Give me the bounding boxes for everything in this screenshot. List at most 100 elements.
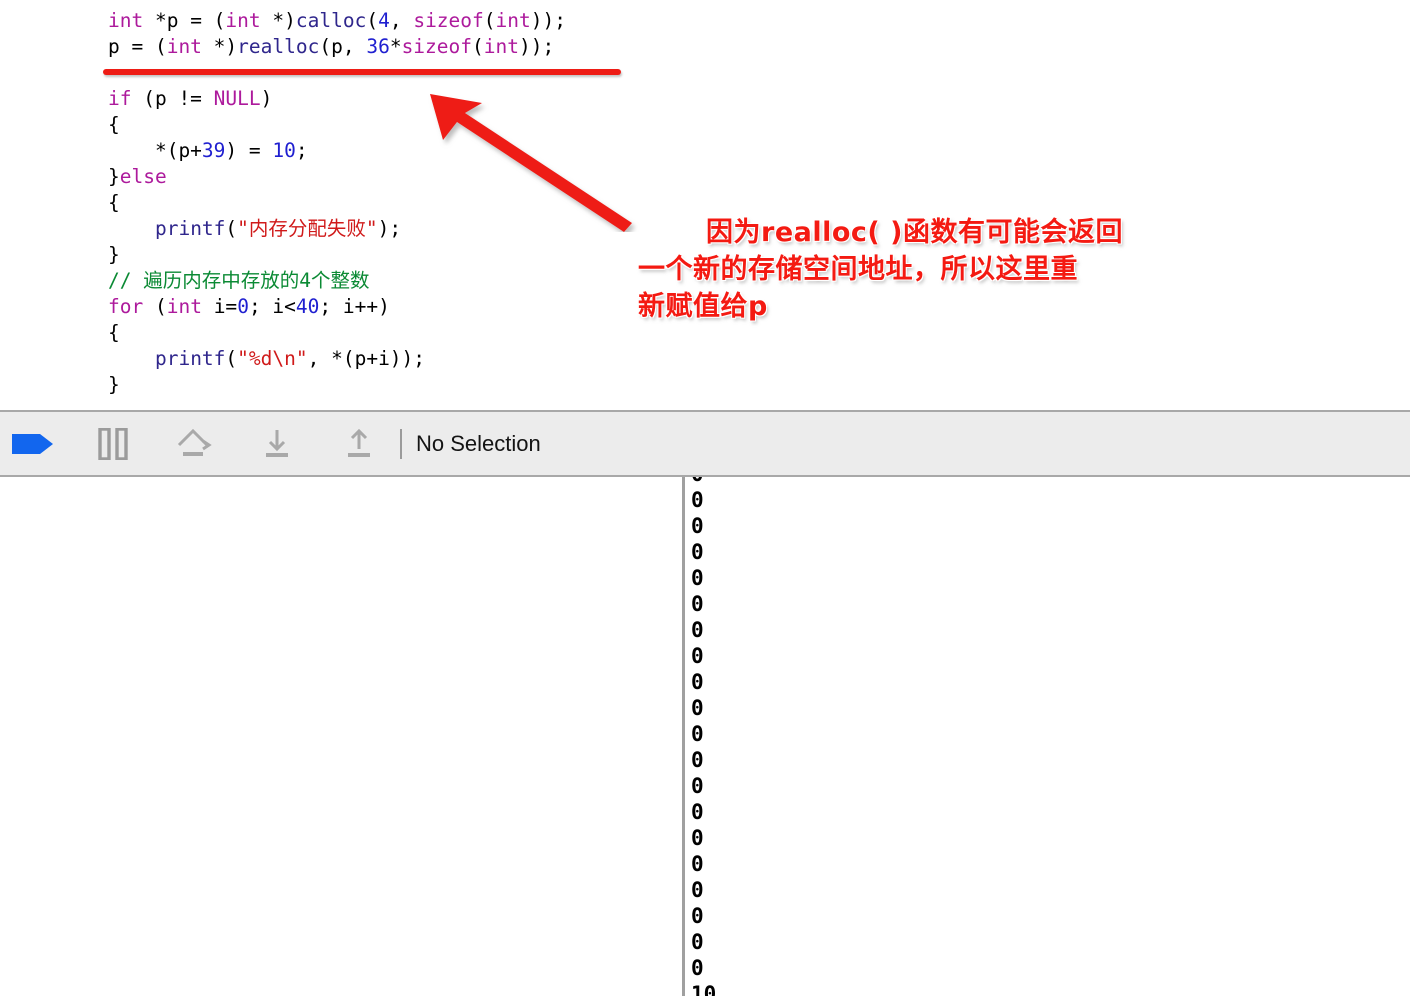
console-output-line: 0: [691, 592, 704, 616]
code-token: ; i<: [248, 295, 296, 318]
step-into-button[interactable]: [246, 421, 308, 467]
debug-toolbar: No Selection: [0, 410, 1410, 477]
pause-button[interactable]: [82, 421, 144, 467]
code-line: }: [108, 242, 566, 268]
code-token: (p,: [319, 35, 367, 58]
console-output-line: 0: [691, 852, 704, 876]
code-token: ;: [295, 139, 308, 162]
console-output-line: 0: [691, 878, 704, 902]
continue-button[interactable]: [2, 421, 64, 467]
console-split-divider[interactable]: [682, 477, 685, 996]
console-output-line: 0: [691, 644, 704, 668]
code-token: "%d\n": [237, 347, 308, 370]
console-output-line: 0: [691, 477, 716, 487]
console-output-text[interactable]: 0000000000000000000010: [691, 477, 716, 996]
code-token: "内存分配失败": [237, 217, 378, 240]
console-output-line: 10: [691, 982, 717, 996]
code-token: (: [143, 295, 167, 318]
code-line: int *p = (int *)calloc(4, sizeof(int));: [108, 8, 566, 34]
console-output-line: 0: [691, 774, 704, 798]
code-token: else: [119, 165, 167, 188]
code-line: {: [108, 320, 566, 346]
code-token: calloc: [295, 9, 367, 32]
console-output-line: 0: [691, 618, 704, 642]
code-token: {: [108, 113, 120, 136]
code-token: i=: [201, 295, 238, 318]
code-editor-pane[interactable]: int *p = (int *)calloc(4, sizeof(int)); p…: [0, 0, 1410, 410]
console-output-line: 0: [691, 540, 704, 564]
code-line: printf("%d\n", *(p+i));: [108, 346, 566, 372]
code-token: (: [472, 35, 484, 58]
red-underline-annotation: [103, 69, 621, 75]
code-token: );: [377, 217, 402, 240]
code-token: 4: [378, 9, 390, 32]
code-token: ): [260, 87, 273, 110]
code-line: printf("内存分配失败");: [108, 216, 566, 242]
code-line: if (p != NULL): [108, 86, 566, 112]
code-token: }: [108, 243, 120, 266]
code-token: int: [108, 9, 144, 32]
code-line: {: [108, 112, 566, 138]
code-line: p = (int *)realloc(p, 36*sizeof(int));: [108, 34, 566, 60]
code-token: 10: [272, 139, 296, 162]
chinese-annotation-text: 因为realloc( )函数有可能会返回 一个新的存储空间地址，所以这里重 新赋…: [638, 214, 1198, 325]
code-token: 36: [366, 35, 390, 58]
code-token: , *(p+i));: [307, 347, 426, 370]
console-output-line: 0: [691, 748, 704, 772]
selection-status-label: No Selection: [416, 430, 541, 456]
code-token: int: [483, 35, 519, 58]
console-output-line: 0: [691, 722, 704, 746]
console-output-line: 0: [691, 956, 704, 980]
code-token: printf: [154, 217, 226, 240]
step-out-button[interactable]: [328, 421, 390, 467]
code-token: }: [108, 165, 120, 188]
console-output-line: 0: [691, 696, 704, 720]
code-line: for (int i=0; i<40; i++): [108, 294, 566, 320]
code-token: ; i++): [319, 295, 390, 318]
console-output-line: 0: [691, 566, 704, 590]
variables-view-pane[interactable]: [0, 477, 682, 996]
code-token: 0: [237, 295, 249, 318]
code-token: int: [225, 9, 261, 32]
code-token: // 遍历内存中存放的4个整数: [108, 269, 370, 292]
step-into-icon: [266, 429, 288, 457]
annotation-line-3: 新赋值给p: [638, 291, 768, 322]
annotation-line-1: 因为realloc( )函数有可能会返回: [706, 217, 1123, 248]
code-token: int: [166, 295, 202, 318]
code-token: (p !=: [131, 87, 214, 110]
code-token: (: [483, 9, 496, 32]
code-token: printf: [154, 347, 226, 370]
step-out-icon: [348, 428, 370, 457]
step-over-icon: [177, 428, 212, 456]
code-token: if: [108, 87, 132, 110]
code-token: {: [108, 191, 120, 214]
code-token: NULL: [213, 87, 261, 110]
code-token: sizeof: [401, 35, 473, 58]
console-pane[interactable]: 0000000000000000000010: [0, 477, 1410, 996]
source-code[interactable]: int *p = (int *)calloc(4, sizeof(int)); p…: [108, 8, 566, 398]
continue-icon: [12, 433, 53, 454]
code-token: ,: [389, 9, 414, 32]
code-token: *p = (: [143, 9, 226, 32]
code-token: *: [389, 35, 402, 58]
pause-icon: [98, 427, 128, 460]
console-output-line: 0: [691, 904, 704, 928]
code-token: 39: [201, 139, 226, 162]
console-output-line: 0: [691, 800, 704, 824]
code-token: int: [495, 9, 531, 32]
code-token: p = (: [108, 35, 167, 58]
code-token: 40: [295, 295, 320, 318]
step-over-button[interactable]: [164, 421, 226, 467]
code-line: }else: [108, 164, 566, 190]
code-token: }: [108, 373, 120, 396]
code-token: ));: [519, 35, 555, 58]
annotation-line-2: 一个新的存储空间地址，所以这里重: [638, 254, 1078, 285]
code-line: *(p+39) = 10;: [108, 138, 566, 164]
code-token: sizeof: [413, 9, 484, 32]
code-token: ) =: [225, 139, 273, 162]
code-line: // 遍历内存中存放的4个整数: [108, 268, 566, 294]
code-token: int: [166, 35, 202, 58]
code-token: (: [225, 217, 238, 240]
